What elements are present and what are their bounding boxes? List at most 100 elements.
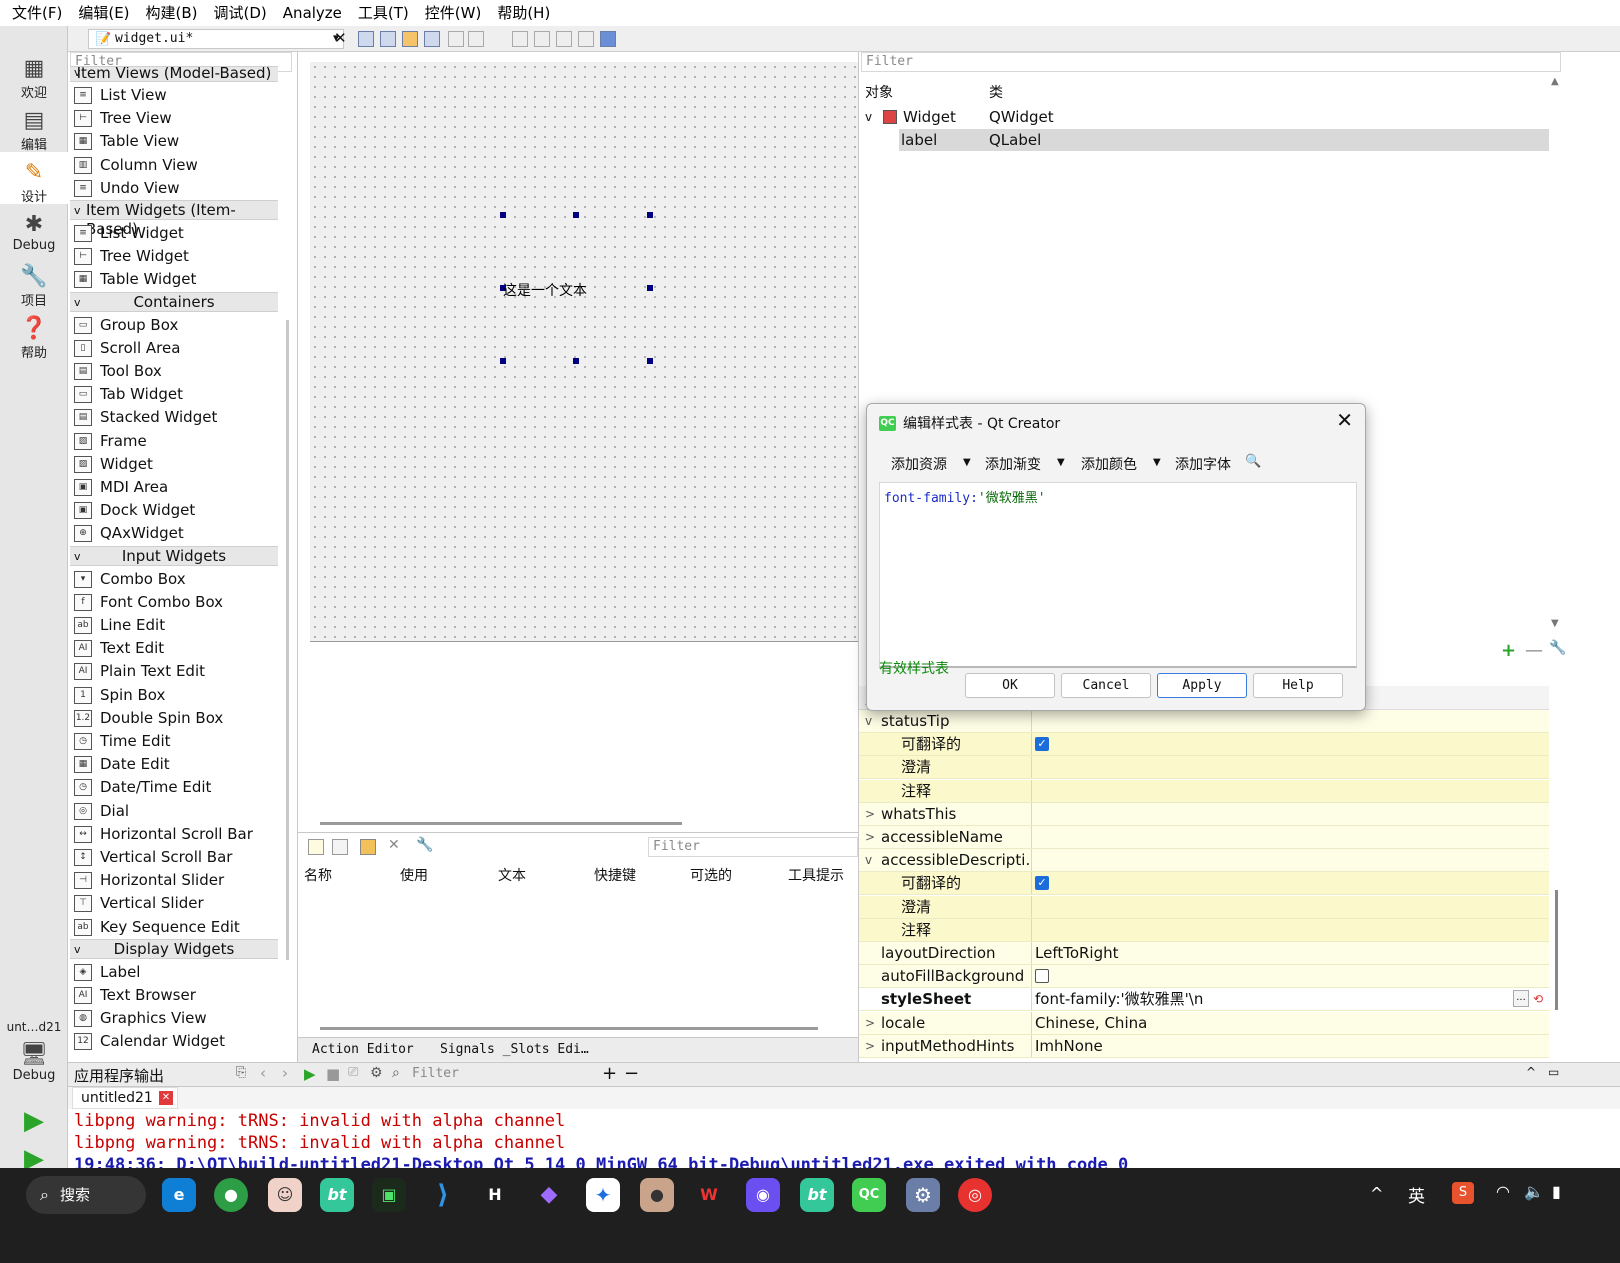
- property-row[interactable]: styleSheet font-family:'微软雅黑'\n... ⟲: [859, 988, 1549, 1012]
- property-row[interactable]: 可翻译的 ✓: [859, 872, 1549, 896]
- widget-item-plain-text-edit[interactable]: AI Plain Text Edit: [70, 660, 278, 683]
- dropdown-icon[interactable]: ▼: [1057, 457, 1065, 468]
- mode-design[interactable]: ✎ 设计: [0, 152, 68, 205]
- add-font-button[interactable]: 添加字体: [1175, 454, 1231, 474]
- menu-tools[interactable]: 工具(T): [350, 0, 417, 26]
- vscode-icon[interactable]: ⟩: [426, 1178, 460, 1212]
- widget-item-frame[interactable]: ▨ Frame: [70, 430, 278, 453]
- widget-item-time-edit[interactable]: ◷ Time Edit: [70, 730, 278, 753]
- property-row[interactable]: autoFillBackground: [859, 965, 1549, 989]
- chevron-right-icon[interactable]: >: [865, 1012, 875, 1034]
- tab-signals-slots[interactable]: Signals _Slots Edi…: [440, 1042, 589, 1057]
- property-row[interactable]: > accessibleName: [859, 826, 1549, 849]
- edge-icon[interactable]: e: [162, 1178, 196, 1212]
- chevron-right-icon[interactable]: >: [865, 1035, 875, 1057]
- widget-item-undo-view[interactable]: ≡ Undo View: [70, 177, 278, 200]
- ghost-app-icon[interactable]: ◉: [746, 1178, 780, 1212]
- property-row[interactable]: layoutDirection LeftToRight: [859, 942, 1549, 965]
- qtcreator-icon[interactable]: QC: [852, 1178, 886, 1212]
- widget-item-tool-box[interactable]: ▤ Tool Box: [70, 360, 278, 383]
- widget-item-horizontal-scroll-bar[interactable]: ↔ Horizontal Scroll Bar: [70, 823, 278, 846]
- scroll-up-icon[interactable]: ▲: [1551, 76, 1559, 87]
- tree-row-label[interactable]: label QLabel: [899, 129, 1549, 151]
- widget-item-vertical-scroll-bar[interactable]: ↕ Vertical Scroll Bar: [70, 846, 278, 869]
- edit-widgets-icon[interactable]: [358, 31, 374, 47]
- add-property-icon[interactable]: +: [1501, 640, 1516, 661]
- widget-item-date-edit[interactable]: ▦ Date Edit: [70, 753, 278, 776]
- menu-analyze[interactable]: Analyze: [275, 0, 350, 26]
- category-input-widgets[interactable]: v Input Widgets: [70, 545, 278, 566]
- chevron-down-icon[interactable]: v: [865, 849, 872, 871]
- netease-music-icon[interactable]: ◎: [958, 1178, 992, 1212]
- col-checkable[interactable]: 可选的: [690, 865, 732, 885]
- widget-item-key-sequence-edit[interactable]: ab Key Sequence Edit: [70, 916, 278, 939]
- font-preview-icon[interactable]: 🔍: [1245, 454, 1261, 469]
- obsidian-icon[interactable]: ◆: [532, 1178, 566, 1212]
- avatar-app-icon[interactable]: ☺: [268, 1178, 302, 1212]
- property-checkbox[interactable]: [1035, 969, 1049, 984]
- ime-indicator[interactable]: 英: [1408, 1182, 1425, 1207]
- widget-item-text-browser[interactable]: AI Text Browser: [70, 984, 278, 1007]
- layout-splitter-icon[interactable]: [512, 31, 528, 47]
- col-tooltip[interactable]: 工具提示: [788, 865, 844, 885]
- layout-form-icon[interactable]: [534, 31, 550, 47]
- battery-icon[interactable]: ▮: [1552, 1182, 1561, 1201]
- widget-item-qaxwidget[interactable]: ⊕ QAxWidget: [70, 522, 278, 545]
- feishu-icon[interactable]: ✦: [586, 1178, 620, 1212]
- widget-item-graphics-view[interactable]: ◍ Graphics View: [70, 1007, 278, 1030]
- property-row[interactable]: 注释: [859, 918, 1549, 942]
- widget-item-line-edit[interactable]: ab Line Edit: [70, 614, 278, 637]
- widget-item-double-spin-box[interactable]: 1.2 Double Spin Box: [70, 707, 278, 730]
- chevron-right-icon[interactable]: >: [865, 826, 875, 848]
- property-row[interactable]: 澄清: [859, 756, 1549, 780]
- property-row[interactable]: v statusTip: [859, 710, 1549, 733]
- mode-projects[interactable]: 🔧 项目: [0, 264, 68, 314]
- paste-action-icon[interactable]: [360, 839, 376, 855]
- selection-handle[interactable]: [500, 358, 506, 364]
- widget-item-dock-widget[interactable]: ▣ Dock Widget: [70, 499, 278, 522]
- taskbar-search[interactable]: ⌕ 搜索: [26, 1176, 146, 1214]
- widget-item-list-widget[interactable]: ≡ List Widget: [70, 222, 278, 245]
- widget-item-group-box[interactable]: ▭ Group Box: [70, 314, 278, 337]
- terminal-icon[interactable]: ▣: [372, 1178, 406, 1212]
- widget-item-calendar-widget[interactable]: 12 Calendar Widget: [70, 1030, 278, 1053]
- selection-handle[interactable]: [647, 212, 653, 218]
- action-hscrollbar[interactable]: [320, 1027, 818, 1030]
- col-used[interactable]: 使用: [400, 865, 428, 885]
- collapse-icon[interactable]: ^: [1526, 1065, 1536, 1079]
- kit-selector[interactable]: 🖥 Debug: [0, 1042, 68, 1092]
- apply-button[interactable]: Apply: [1157, 673, 1247, 698]
- widget-item-tab-widget[interactable]: ▭ Tab Widget: [70, 383, 278, 406]
- layout-vertical-icon[interactable]: [468, 31, 484, 47]
- widget-item-column-view[interactable]: ▥ Column View: [70, 154, 278, 177]
- category-item-views[interactable]: v Item Views (Model-Based): [70, 66, 278, 82]
- output-tab[interactable]: untitled21 ✕: [72, 1087, 178, 1109]
- property-value[interactable]: font-family:'微软雅黑'\n: [1035, 988, 1203, 1010]
- next-icon[interactable]: ›: [282, 1064, 288, 1082]
- copy-action-icon[interactable]: [332, 839, 348, 855]
- mode-debug[interactable]: ✱ Debug: [0, 212, 68, 262]
- chevron-right-icon[interactable]: >: [865, 803, 875, 825]
- gear-icon[interactable]: ⚙: [370, 1065, 383, 1081]
- menu-widgets[interactable]: 控件(W): [417, 0, 490, 26]
- widget-item-dial[interactable]: ◎ Dial: [70, 800, 278, 823]
- edit-tab-order-icon[interactable]: [424, 31, 440, 47]
- widget-item-combo-box[interactable]: ▾ Combo Box: [70, 568, 278, 591]
- category-display-widgets[interactable]: v Display Widgets: [70, 938, 278, 959]
- wifi-icon[interactable]: ◠: [1496, 1182, 1510, 1201]
- widget-item-vertical-slider[interactable]: ⊤ Vertical Slider: [70, 892, 278, 915]
- prev-icon[interactable]: ‹: [260, 1064, 266, 1082]
- widget-item-horizontal-slider[interactable]: ⊣ Horizontal Slider: [70, 869, 278, 892]
- menu-debug[interactable]: 调试(D): [206, 0, 275, 26]
- maximize-icon[interactable]: ▭: [1548, 1065, 1559, 1079]
- clear-icon[interactable]: ⎚: [348, 1065, 358, 1080]
- selection-handle[interactable]: [573, 358, 579, 364]
- stop-icon[interactable]: ■: [326, 1065, 340, 1083]
- property-row[interactable]: > locale Chinese, China: [859, 1011, 1549, 1035]
- mode-welcome[interactable]: ▦ 欢迎: [0, 56, 68, 106]
- widget-item-mdi-area[interactable]: ▣ MDI Area: [70, 476, 278, 499]
- settings-app-icon[interactable]: ⚙: [906, 1178, 940, 1212]
- col-shortcut[interactable]: 快捷键: [594, 865, 636, 885]
- menu-help[interactable]: 帮助(H): [489, 0, 558, 26]
- configure-icon[interactable]: 🔧: [1549, 640, 1566, 656]
